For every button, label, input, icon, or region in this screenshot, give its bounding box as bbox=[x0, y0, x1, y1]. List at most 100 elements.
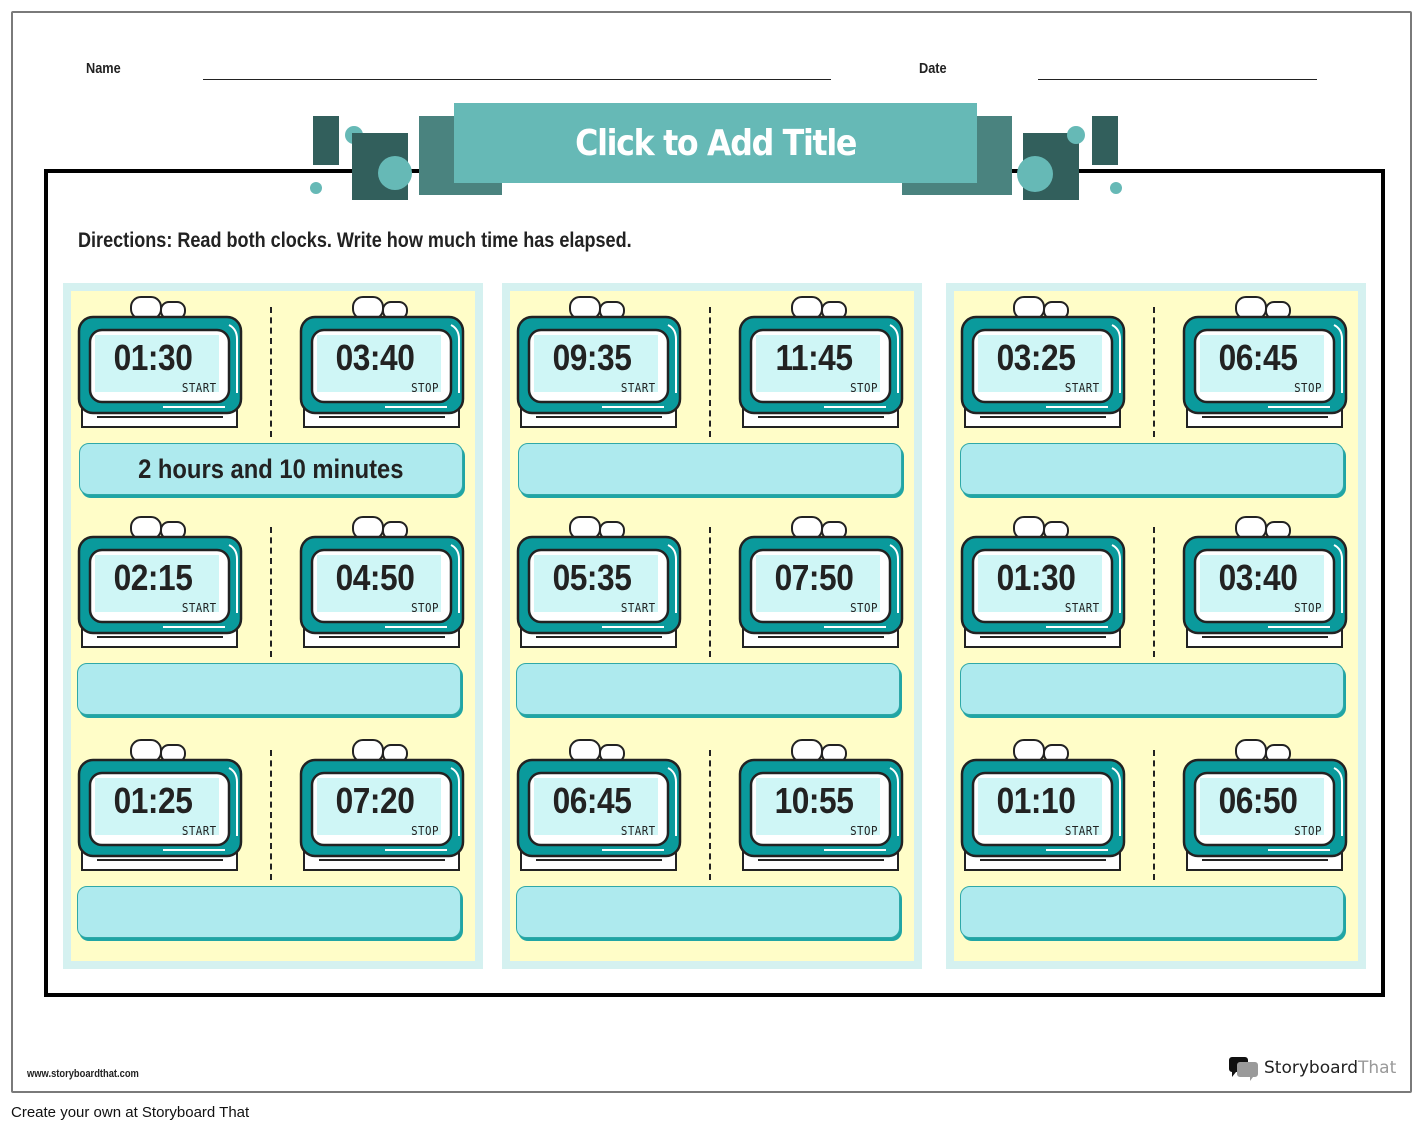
date-field-line[interactable] bbox=[1038, 79, 1317, 80]
stop-label: STOP bbox=[1294, 824, 1322, 838]
start-time: 03:25 bbox=[996, 337, 1076, 378]
dashed-divider bbox=[270, 307, 272, 437]
answer-box[interactable] bbox=[960, 663, 1344, 715]
brand-text-primary: Storyboard bbox=[1264, 1058, 1358, 1078]
start-label: START bbox=[1065, 601, 1100, 615]
date-label: Date bbox=[919, 60, 947, 77]
start-label: START bbox=[182, 601, 217, 615]
answer-box[interactable] bbox=[516, 663, 900, 715]
start-clock: 09:35 START bbox=[516, 295, 682, 431]
stop-label: STOP bbox=[1294, 381, 1322, 395]
stop-label: STOP bbox=[411, 381, 439, 395]
name-label: Name bbox=[86, 60, 121, 77]
start-time: 01:30 bbox=[113, 337, 193, 378]
stop-time: 07:50 bbox=[774, 557, 854, 598]
stop-label: STOP bbox=[850, 381, 878, 395]
stop-time: 03:40 bbox=[1218, 557, 1298, 598]
dashed-divider bbox=[270, 527, 272, 657]
name-field-line[interactable] bbox=[203, 79, 831, 80]
start-clock: 01:10 START bbox=[960, 738, 1126, 874]
start-label: START bbox=[182, 824, 217, 838]
stop-time: 10:55 bbox=[774, 780, 854, 821]
answer-box[interactable] bbox=[960, 886, 1344, 938]
problem-row: 02:15 START 04:50 STOP bbox=[63, 503, 483, 715]
dashed-divider bbox=[709, 527, 711, 657]
dashed-divider bbox=[1153, 527, 1155, 657]
stop-clock: 04:50 STOP bbox=[299, 515, 465, 651]
stop-label: STOP bbox=[1294, 601, 1322, 615]
stop-time: 04:50 bbox=[335, 557, 415, 598]
start-label: START bbox=[621, 601, 656, 615]
start-time: 01:10 bbox=[996, 780, 1076, 821]
problem-row: 05:35 START 07:50 STOP bbox=[502, 503, 922, 715]
stop-time: 06:45 bbox=[1218, 337, 1298, 378]
start-label: START bbox=[621, 824, 656, 838]
dashed-divider bbox=[1153, 307, 1155, 437]
stop-label: STOP bbox=[850, 601, 878, 615]
speech-bubbles-icon bbox=[1229, 1057, 1258, 1081]
stop-clock: 11:45 STOP bbox=[738, 295, 904, 431]
stop-label: STOP bbox=[411, 601, 439, 615]
answer-box[interactable] bbox=[77, 663, 461, 715]
stop-label: STOP bbox=[411, 824, 439, 838]
start-time: 02:15 bbox=[113, 557, 193, 598]
problem-row: 06:45 START 10:55 STOP bbox=[502, 726, 922, 938]
deco-rect bbox=[313, 116, 339, 165]
answer-box[interactable] bbox=[518, 443, 902, 495]
problem-row: 03:25 START 06:45 STOP bbox=[946, 283, 1366, 495]
start-clock: 03:25 START bbox=[960, 295, 1126, 431]
stop-clock: 07:50 STOP bbox=[738, 515, 904, 651]
storyboardthat-logo: StoryboardThat bbox=[1228, 1055, 1396, 1081]
problem-panel: 01:30 START 03:40 STOP 2 hours and 10 mi… bbox=[63, 283, 483, 969]
stop-clock: 07:20 STOP bbox=[299, 738, 465, 874]
problem-panel: 03:25 START 06:45 STOP 01:30 START 03:40… bbox=[946, 283, 1366, 969]
answer-box[interactable]: 2 hours and 10 minutes bbox=[79, 443, 463, 495]
deco-circle bbox=[310, 182, 322, 194]
footer-url: www.storyboardthat.com bbox=[27, 1068, 139, 1080]
problem-row: 09:35 START 11:45 STOP bbox=[502, 283, 922, 495]
directions-text: Directions: Read both clocks. Write how … bbox=[78, 229, 632, 252]
answer-box[interactable] bbox=[77, 886, 461, 938]
stop-clock: 06:50 STOP bbox=[1182, 738, 1348, 874]
start-label: START bbox=[1065, 381, 1100, 395]
stop-label: STOP bbox=[850, 824, 878, 838]
brand-text-secondary: That bbox=[1358, 1058, 1397, 1078]
start-clock: 01:25 START bbox=[77, 738, 243, 874]
start-label: START bbox=[621, 381, 656, 395]
problem-panel: 09:35 START 11:45 STOP 05:35 START 07:50… bbox=[502, 283, 922, 969]
start-clock: 01:30 START bbox=[77, 295, 243, 431]
dashed-divider bbox=[270, 750, 272, 880]
answer-box[interactable] bbox=[516, 886, 900, 938]
start-clock: 05:35 START bbox=[516, 515, 682, 651]
start-clock: 02:15 START bbox=[77, 515, 243, 651]
stop-time: 07:20 bbox=[335, 780, 415, 821]
start-clock: 01:30 START bbox=[960, 515, 1126, 651]
problem-row: 01:25 START 07:20 STOP bbox=[63, 726, 483, 938]
dashed-divider bbox=[709, 750, 711, 880]
deco-circle bbox=[1017, 156, 1053, 192]
title-banner[interactable]: Click to Add Title bbox=[454, 103, 977, 183]
start-time: 01:30 bbox=[996, 557, 1076, 598]
start-time: 09:35 bbox=[552, 337, 632, 378]
stop-clock: 03:40 STOP bbox=[1182, 515, 1348, 651]
stop-clock: 06:45 STOP bbox=[1182, 295, 1348, 431]
start-label: START bbox=[182, 381, 217, 395]
create-your-own-link[interactable]: Create your own at Storyboard That bbox=[11, 1104, 249, 1121]
start-time: 06:45 bbox=[552, 780, 632, 821]
stop-time: 03:40 bbox=[335, 337, 415, 378]
problem-row: 01:30 START 03:40 STOP 2 hours and 10 mi… bbox=[63, 283, 483, 495]
start-label: START bbox=[1065, 824, 1100, 838]
start-time: 05:35 bbox=[552, 557, 632, 598]
page-title[interactable]: Click to Add Title bbox=[575, 123, 857, 164]
deco-circle bbox=[1067, 126, 1085, 144]
stop-clock: 10:55 STOP bbox=[738, 738, 904, 874]
answer-box[interactable] bbox=[960, 443, 1344, 495]
stop-time: 11:45 bbox=[775, 337, 853, 378]
deco-rect bbox=[1092, 116, 1118, 165]
deco-circle bbox=[1110, 182, 1122, 194]
dashed-divider bbox=[709, 307, 711, 437]
problem-row: 01:10 START 06:50 STOP bbox=[946, 726, 1366, 938]
answer-text[interactable]: 2 hours and 10 minutes bbox=[138, 454, 403, 485]
deco-circle bbox=[378, 156, 412, 190]
dashed-divider bbox=[1153, 750, 1155, 880]
